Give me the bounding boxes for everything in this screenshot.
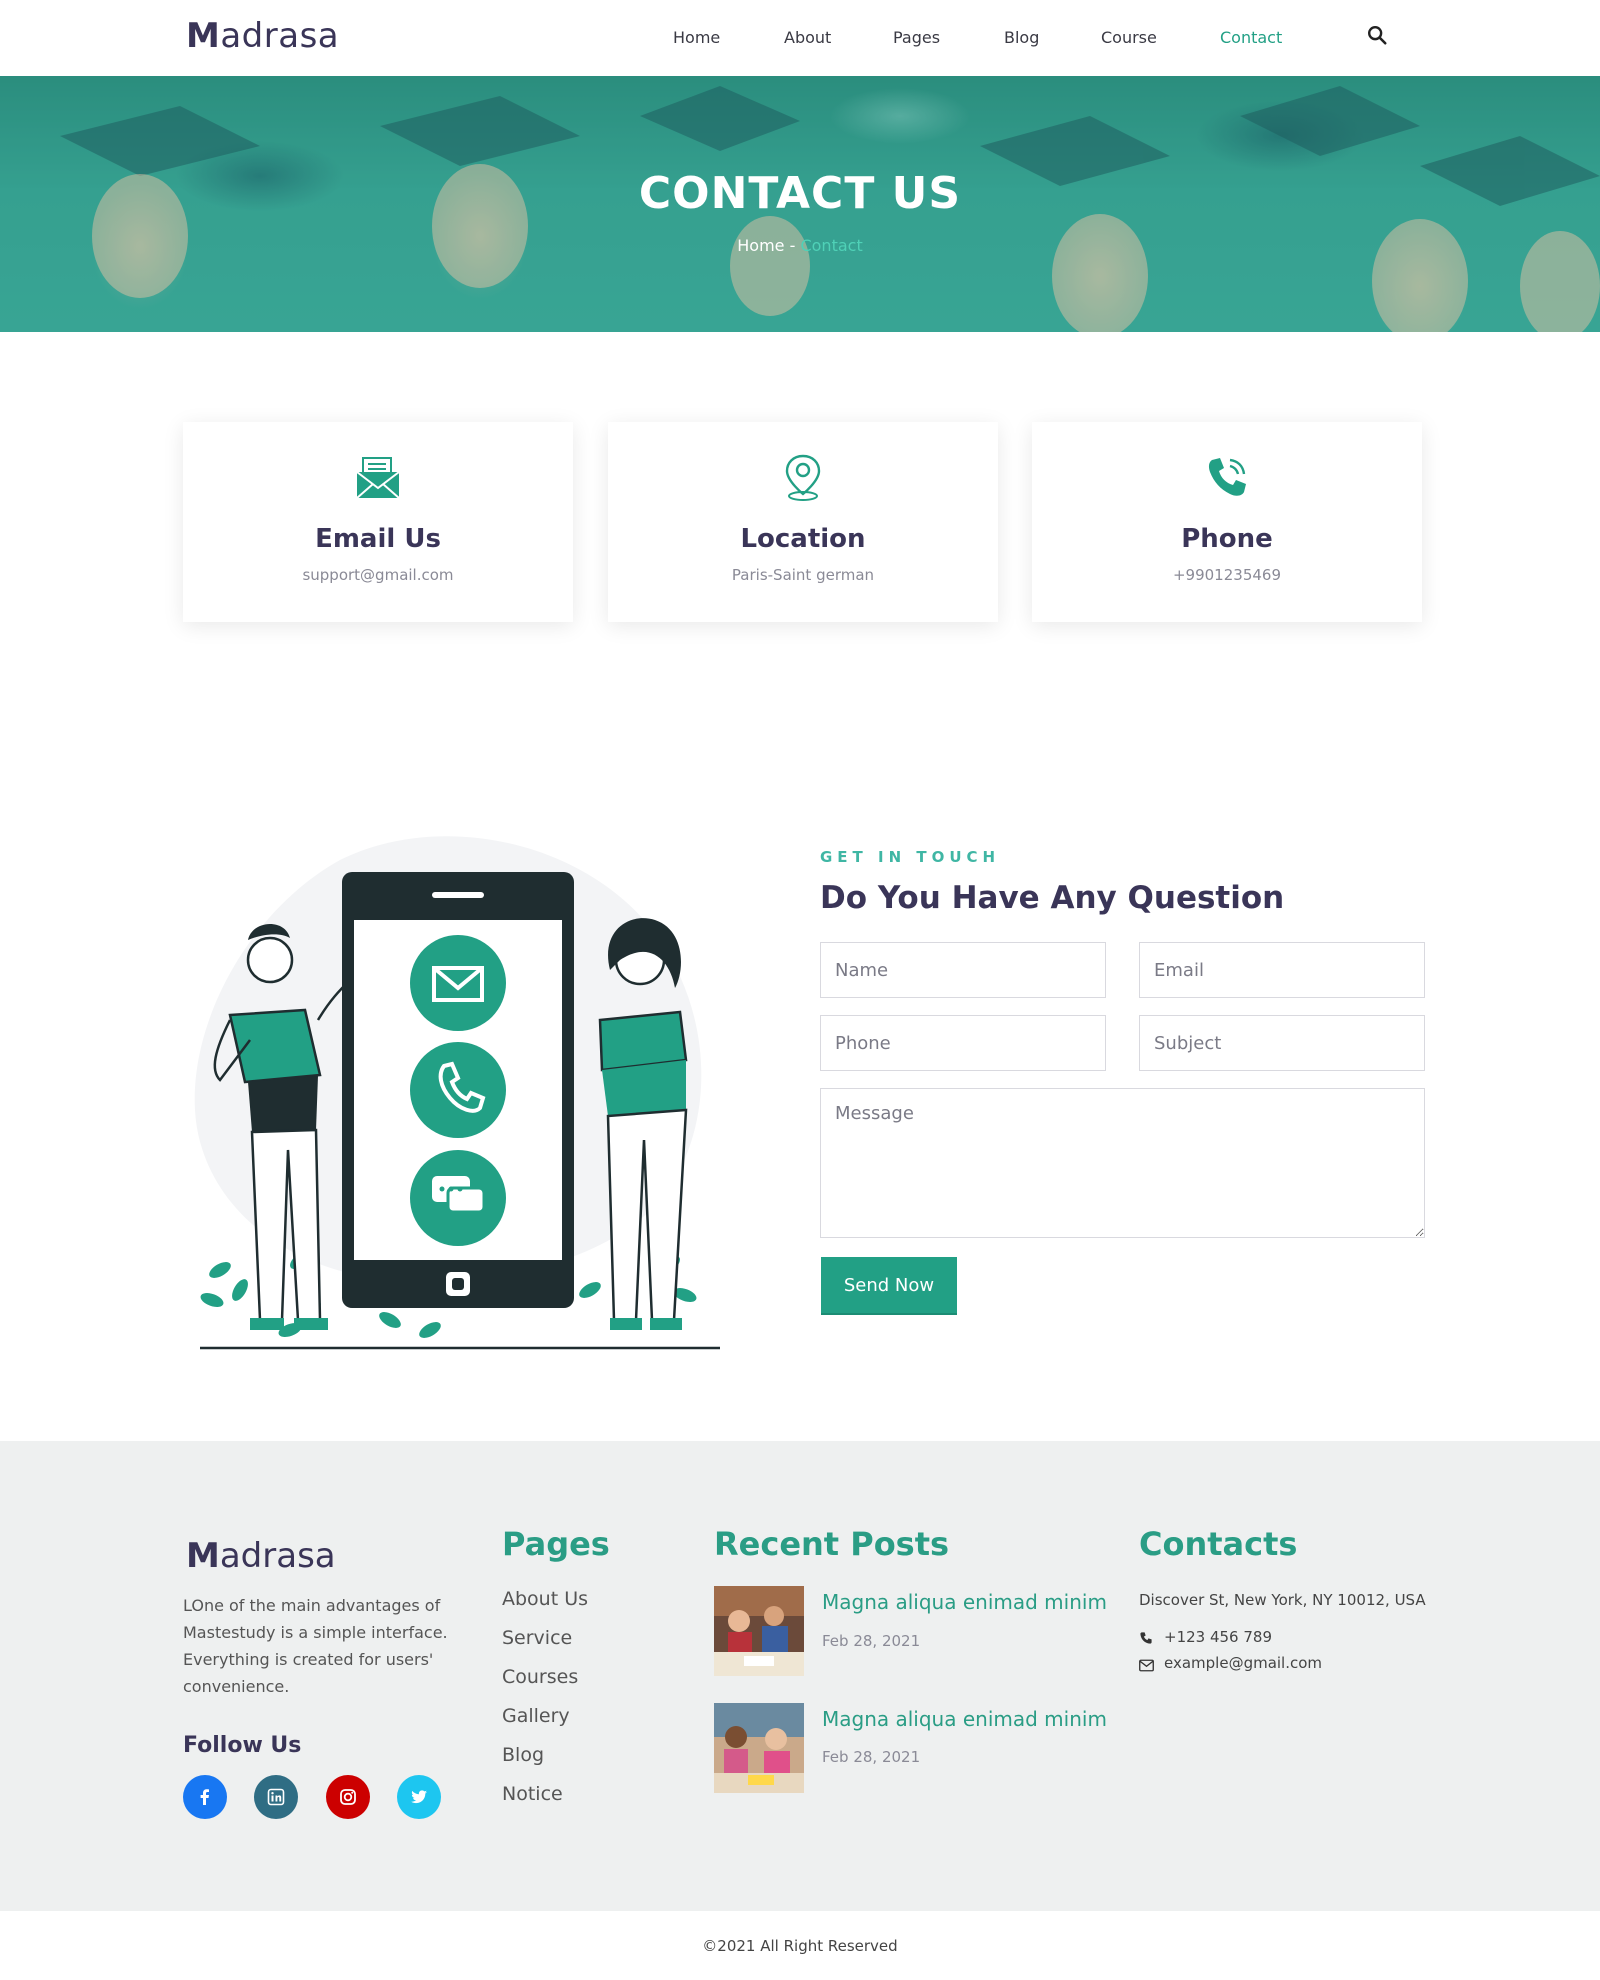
logo-initial: M [186, 16, 221, 56]
footer-recent-posts-heading: Recent Posts [714, 1525, 950, 1563]
footer-contacts-heading: Contacts [1139, 1525, 1298, 1563]
breadcrumb-home[interactable]: Home [737, 236, 784, 255]
breadcrumb-separator: - [784, 236, 801, 255]
footer-link-about-us[interactable]: About Us [502, 1588, 588, 1610]
nav-course[interactable]: Course [1101, 28, 1157, 47]
copyright-text: ©2021 All Right Reserved [702, 1937, 898, 1955]
site-logo[interactable]: Madrasa [186, 16, 339, 56]
footer-logo[interactable]: Madrasa [186, 1536, 336, 1576]
phone-icon [1202, 452, 1252, 502]
footer-about-text: LOne of the main advantages of Mastestud… [183, 1596, 448, 1696]
phone-icon [1139, 1630, 1155, 1646]
post-thumbnail[interactable] [714, 1703, 804, 1793]
nav-home[interactable]: Home [673, 28, 720, 47]
site-header: Madrasa Home About Pages Blog Course Con… [0, 0, 1600, 76]
linkedin-icon[interactable] [254, 1775, 298, 1819]
page-title: CONTACT US [638, 168, 962, 219]
section-eyebrow: GET IN TOUCH [820, 848, 1001, 866]
footer-pages-heading: Pages [502, 1525, 610, 1563]
instagram-icon[interactable] [326, 1775, 370, 1819]
breadcrumb: Home - Contact [0, 236, 1600, 255]
nav-pages[interactable]: Pages [893, 28, 940, 47]
phone-card-title: Phone [1181, 524, 1273, 554]
location-card-value: Paris-Saint german [731, 566, 875, 584]
post-date: Feb 28, 2021 [822, 1632, 921, 1650]
footer-logo-initial: M [186, 1536, 220, 1576]
post-title[interactable]: Magna aliqua enimad minim [822, 1707, 1107, 1731]
footer-logo-rest: adrasa [219, 1536, 336, 1576]
footer-phone[interactable]: +123 456 789 [1164, 1628, 1272, 1646]
name-field[interactable] [820, 942, 1106, 998]
nav-about[interactable]: About [784, 28, 831, 47]
footer-link-notice[interactable]: Notice [502, 1783, 563, 1805]
email-field[interactable] [1139, 942, 1425, 998]
footer-link-blog[interactable]: Blog [502, 1744, 544, 1766]
facebook-icon[interactable] [183, 1775, 227, 1819]
phone-card-value[interactable]: +9901235469 [1032, 566, 1422, 584]
footer-link-gallery[interactable]: Gallery [502, 1705, 570, 1727]
footer-email[interactable]: example@gmail.com [1164, 1654, 1322, 1672]
nav-contact[interactable]: Contact [1220, 28, 1282, 47]
message-field[interactable] [820, 1088, 1425, 1238]
search-icon[interactable] [1366, 24, 1390, 48]
breadcrumb-current: Contact [800, 236, 863, 255]
post-date: Feb 28, 2021 [822, 1748, 921, 1766]
page-hero-banner: CONTACT US Home - Contact [0, 76, 1600, 332]
envelope-icon [1139, 1657, 1155, 1673]
phone-card: Phone +9901235469 [1032, 422, 1422, 622]
footer-link-service[interactable]: Service [502, 1627, 572, 1649]
footer-address: Discover St, New York, NY 10012, USA [1139, 1591, 1426, 1609]
location-card-title: Location [740, 524, 866, 554]
email-card-value[interactable]: support@gmail.com [183, 566, 573, 584]
post-thumbnail[interactable] [714, 1586, 804, 1676]
follow-us-heading: Follow Us [183, 1733, 302, 1758]
envelope-icon [353, 452, 403, 502]
nav-blog[interactable]: Blog [1004, 28, 1039, 47]
location-pin-icon [778, 452, 828, 502]
send-now-button[interactable]: Send Now [821, 1257, 957, 1313]
phone-field[interactable] [820, 1015, 1106, 1071]
location-card: Location Paris-Saint german [608, 422, 998, 622]
footer-link-courses[interactable]: Courses [502, 1666, 578, 1688]
contact-heading: Do You Have Any Question [820, 880, 1285, 916]
twitter-icon[interactable] [397, 1775, 441, 1819]
contact-illustration [190, 820, 730, 1360]
email-card: Email Us support@gmail.com [183, 422, 573, 622]
logo-rest: adrasa [220, 16, 340, 56]
post-title[interactable]: Magna aliqua enimad minim [822, 1590, 1107, 1614]
email-card-title: Email Us [315, 524, 441, 554]
subject-field[interactable] [1139, 1015, 1425, 1071]
